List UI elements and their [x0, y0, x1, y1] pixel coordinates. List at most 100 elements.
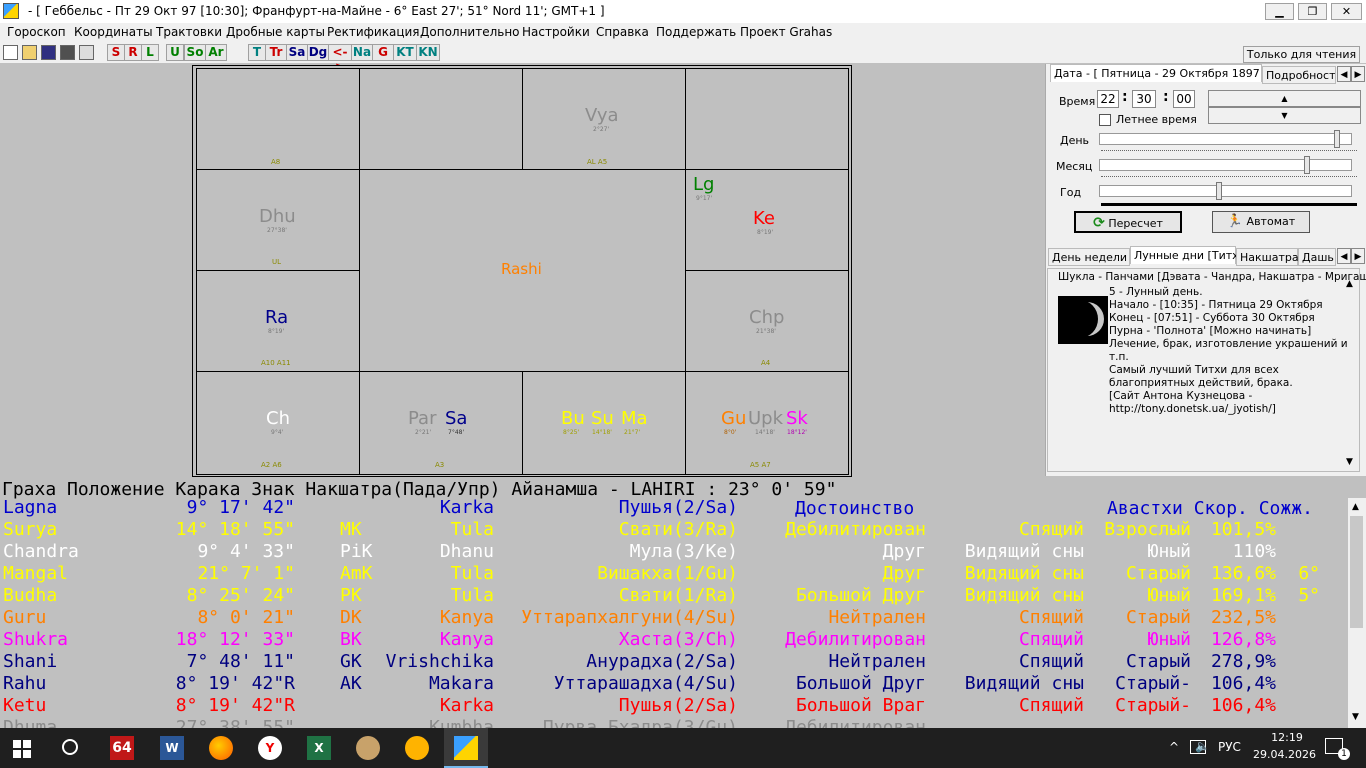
minute-field[interactable]: 30	[1132, 90, 1156, 108]
tb-button-u[interactable]: U	[166, 44, 184, 61]
tb-button-ar[interactable]: Ar	[205, 44, 227, 61]
tb-button-g[interactable]: G	[372, 44, 394, 61]
tb-button-kn[interactable]: KN	[416, 44, 440, 61]
day-slider[interactable]	[1099, 133, 1352, 145]
chart-cell-11[interactable]: Gu 8°0' Upk 14°18' Sk 18°12' A5 A7	[685, 371, 849, 475]
tb-button-t[interactable]: T	[248, 44, 266, 61]
tab-scroll-left[interactable]: ◀	[1337, 66, 1351, 82]
tab-date[interactable]: Дата - [ Пятница - 29 Октября 1897 ]	[1050, 64, 1268, 82]
maximize-button[interactable]: ❐	[1298, 3, 1327, 20]
menu-interpretations[interactable]: Трактовки	[156, 25, 222, 39]
year-slider-thumb[interactable]	[1216, 182, 1222, 200]
tb-button-s[interactable]: S	[107, 44, 125, 61]
save-all-icon[interactable]	[60, 45, 75, 60]
menu-divisional-charts[interactable]: Дробные карты	[226, 25, 325, 39]
save-icon[interactable]	[41, 45, 56, 60]
menu-coordinates[interactable]: Координаты	[74, 25, 153, 39]
weather-icon[interactable]	[405, 736, 429, 760]
app-64-icon[interactable]: 64	[110, 736, 134, 760]
table-row[interactable]: Guru 8° 0' 21" DK Kanya Уттарапхалгуни(4/Su)…	[0, 607, 1348, 629]
tab2-scroll-right[interactable]: ▶	[1351, 248, 1365, 264]
table-row[interactable]: Ketu 8° 19' 42"R Karka Пушья(2/Sa) Большой В…	[0, 695, 1348, 717]
minimize-button[interactable]: ▁	[1265, 3, 1294, 20]
day-slider-thumb[interactable]	[1334, 130, 1340, 148]
tb-button-arrows[interactable]: <->	[328, 44, 352, 74]
table-row[interactable]: Budha 8° 25' 24" PK Tula Свати(1/Ra) Большой …	[0, 585, 1348, 607]
tb-button-kt[interactable]: KT	[393, 44, 417, 61]
tb-button-r[interactable]: R	[124, 44, 142, 61]
menu-help[interactable]: Справка	[596, 25, 649, 39]
tb-button-so[interactable]: So	[184, 44, 206, 61]
tab2-scroll-left[interactable]: ◀	[1337, 248, 1351, 264]
tray-chevron-icon[interactable]: ^	[1169, 740, 1179, 754]
chart-cell-7[interactable]: Chp 21°38' A4	[685, 270, 849, 372]
new-file-icon[interactable]	[3, 45, 18, 60]
chart-cell-1[interactable]	[359, 68, 523, 170]
second-field[interactable]: 00	[1173, 90, 1195, 108]
tb-button-tr[interactable]: Tr	[265, 44, 287, 61]
tab-scroll-right[interactable]: ▶	[1351, 66, 1365, 82]
paint-icon[interactable]	[356, 736, 380, 760]
tab-details[interactable]: Подробности	[1262, 66, 1336, 84]
tab-lunar-days[interactable]: Лунные дни [Титхи]	[1130, 246, 1250, 264]
tb-button-na[interactable]: Na	[351, 44, 373, 61]
chart-cell-6[interactable]: Ra 8°19' A10 A11	[196, 270, 360, 372]
table-row[interactable]: Mangal 21° 7' 1" AmK Tula Вишакха(1/Gu) Друг В…	[0, 563, 1348, 585]
print-icon[interactable]	[79, 45, 94, 60]
tb-button-dg[interactable]: Dg	[307, 44, 329, 61]
time-up-button[interactable]: ▲	[1208, 90, 1361, 107]
time-down-button[interactable]: ▼	[1208, 107, 1361, 124]
chart-cell-0[interactable]: A8	[196, 68, 360, 170]
app-icon[interactable]	[3, 3, 19, 19]
chart-cell-3[interactable]	[685, 68, 849, 170]
menu-horoscope[interactable]: Гороскоп	[7, 25, 66, 39]
yandex-browser-icon[interactable]: Y	[258, 736, 282, 760]
tab-nakshatra[interactable]: Накшатра	[1236, 248, 1299, 266]
recalc-button[interactable]: ⟳ Пересчет	[1074, 211, 1182, 233]
tb-button-l[interactable]: L	[141, 44, 159, 61]
windows-start-icon[interactable]	[13, 740, 31, 758]
scroll-down-icon[interactable]: ▼	[1346, 457, 1353, 467]
input-language[interactable]: РУС	[1218, 740, 1241, 754]
chart-cell-4[interactable]: Dhu 27°38' UL	[196, 169, 360, 271]
hour-field[interactable]: 22	[1097, 90, 1119, 108]
tab-dasha[interactable]: Дашь	[1298, 248, 1336, 266]
chart-cell-5[interactable]: Lg 9°17' Ke 8°19'	[685, 169, 849, 271]
menu-rectification[interactable]: Ректификация	[327, 25, 420, 39]
table-scrollbar[interactable]: ▲ ▼	[1348, 498, 1366, 728]
month-slider[interactable]	[1099, 159, 1352, 171]
table-row[interactable]: Shukra 18° 12' 33" BK Kanya Хаста(3/Ch) Дебил…	[0, 629, 1348, 651]
table-row[interactable]: Chandra 9° 4' 33" PiK Dhanu Мула(3/Ke) Друг Ви…	[0, 541, 1348, 563]
menu-additional[interactable]: Дополнительно	[420, 25, 520, 39]
auto-button[interactable]: 🏃 Автомат	[1212, 211, 1310, 233]
chart-cell-10[interactable]: Bu 8°25' Su 14°18' Ma 21°7'	[522, 371, 686, 475]
open-folder-icon[interactable]	[22, 45, 37, 60]
table-row[interactable]: Surya 14° 18' 55" MK Tula Свати(3/Ra) Дебилит…	[0, 519, 1348, 541]
excel-icon[interactable]: X	[307, 736, 331, 760]
table-cell-nak: Уттарашадха(4/Su)	[553, 673, 738, 694]
menu-support[interactable]: Поддержать Проект Grahas	[656, 25, 832, 39]
table-row[interactable]: Rahu 8° 19' 42"R AK Makara Уттарашадха(4/Su)…	[0, 673, 1348, 695]
menu-settings[interactable]: Настройки	[522, 25, 590, 39]
grahas-taskbar-button[interactable]	[444, 728, 488, 768]
tab-weekday[interactable]: День недели	[1048, 248, 1130, 266]
table-row[interactable]: Shani 7° 48' 11" GK Vrishchika Анурадха(2/Sa…	[0, 651, 1348, 673]
word-icon[interactable]: W	[160, 736, 184, 760]
tb-button-sa[interactable]: Sa	[286, 44, 308, 61]
dst-checkbox[interactable]	[1099, 114, 1111, 126]
table-cell-name: Guru	[3, 607, 47, 628]
table-row[interactable]: Dhuma 27° 38' 55" Kumbha Пурва Бхадра(3/Gu)…	[0, 717, 1348, 728]
clock-time[interactable]: 12:19	[1262, 731, 1312, 744]
chart-cell-8[interactable]: Ch 9°4' A2 A6	[196, 371, 360, 475]
month-slider-thumb[interactable]	[1304, 156, 1310, 174]
chart-cell-9[interactable]: Par 2°21' Sa 7°48' A3	[359, 371, 523, 475]
search-icon[interactable]	[62, 739, 78, 755]
firefox-icon[interactable]	[209, 736, 233, 760]
volume-icon[interactable]: 🔈	[1195, 739, 1210, 753]
clock-date[interactable]: 29.04.2026	[1253, 748, 1316, 761]
chart-cell-2[interactable]: Vya 2°27' AL A5	[522, 68, 686, 170]
year-slider[interactable]	[1099, 185, 1352, 197]
close-button[interactable]: ✕	[1331, 3, 1362, 20]
readonly-button[interactable]: Только для чтения	[1243, 46, 1360, 63]
scroll-up-icon[interactable]: ▲	[1346, 279, 1353, 289]
